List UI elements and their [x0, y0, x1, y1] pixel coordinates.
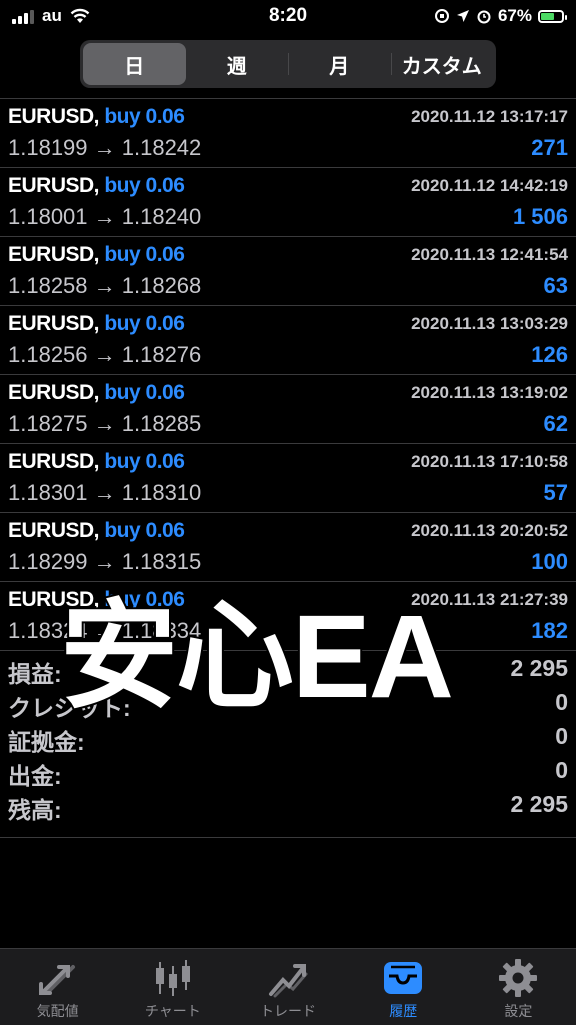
tab-label: 気配値 — [36, 1003, 79, 1019]
trade-symbol: EURUSD, — [8, 174, 100, 197]
trade-side: buy 0.06 — [104, 519, 185, 542]
summary-value: 2 295 — [510, 791, 568, 817]
trade-symbol: EURUSD, — [8, 243, 100, 266]
tab-quotes[interactable]: 気配値 — [0, 949, 115, 1025]
trade-symbol: EURUSD, — [8, 105, 100, 128]
status-right: 67% — [434, 6, 567, 26]
trade-side: buy 0.06 — [104, 312, 185, 335]
status-bar: au 8:20 67% — [0, 0, 576, 34]
history-inbox-icon — [381, 957, 425, 999]
quotes-arrows-icon — [36, 957, 80, 999]
summary-label: 出金: — [8, 763, 62, 789]
trade-prices: 1.18199 → 1.18242 — [8, 135, 202, 160]
summary-value: 0 — [555, 689, 568, 715]
bottom-tab-bar: 気配値 チャート トレード 履歴 設定 — [0, 948, 576, 1025]
settings-gear-icon — [496, 957, 540, 999]
tab-custom[interactable]: カスタム — [390, 43, 494, 85]
tab-label: トレード — [260, 1003, 316, 1019]
trade-row[interactable]: EURUSD, buy 0.06 2020.11.13 13:03:29 1.1… — [0, 305, 576, 374]
trade-profit: 100 — [531, 549, 568, 574]
period-segmented-control: 日 週 月 カスタム — [80, 40, 496, 88]
trade-profit: 1 506 — [512, 204, 568, 229]
battery-percent: 67% — [497, 6, 532, 25]
trade-row[interactable]: EURUSD, buy 0.06 2020.11.12 13:17:17 1.1… — [0, 98, 576, 167]
trade-side: buy 0.06 — [104, 243, 185, 266]
trade-symbol: EURUSD, — [8, 312, 100, 335]
tab-settings[interactable]: 設定 — [461, 949, 576, 1025]
trade-symbol: EURUSD, — [8, 381, 100, 404]
tab-chart[interactable]: チャート — [115, 949, 230, 1025]
trade-side: buy 0.06 — [104, 105, 185, 128]
trade-prices: 1.18275 → 1.18285 — [8, 411, 202, 436]
trade-symbol: EURUSD, — [8, 519, 100, 542]
tab-history[interactable]: 履歴 — [346, 949, 461, 1025]
trade-time: 2020.11.13 13:03:29 — [411, 314, 568, 333]
battery-icon — [538, 9, 567, 23]
summary-row-balance: 残高: 2 295 — [0, 787, 576, 823]
tab-trade[interactable]: トレード — [230, 949, 345, 1025]
summary-value: 2 295 — [510, 655, 568, 681]
trade-time: 2020.11.13 12:41:54 — [411, 245, 568, 264]
trade-side: buy 0.06 — [104, 450, 185, 473]
trade-profit: 182 — [531, 618, 568, 643]
summary-value: 0 — [555, 757, 568, 783]
watermark-text: 安心EA — [58, 589, 456, 725]
summary-label: 損益: — [8, 661, 62, 687]
location-icon — [456, 10, 469, 22]
trade-symbol: EURUSD, — [8, 450, 100, 473]
trade-time: 2020.11.13 20:20:52 — [411, 521, 568, 540]
trade-prices: 1.18258 → 1.18268 — [8, 273, 202, 298]
trade-profit: 62 — [543, 411, 568, 436]
trade-side: buy 0.06 — [104, 381, 185, 404]
trade-row[interactable]: EURUSD, buy 0.06 2020.11.13 13:19:02 1.1… — [0, 374, 576, 443]
tab-week[interactable]: 週 — [186, 43, 289, 85]
alarm-icon — [477, 10, 491, 24]
trade-profit: 57 — [543, 480, 568, 505]
trade-profit: 63 — [543, 273, 568, 298]
summary-label: 残高: — [8, 797, 62, 823]
tab-day[interactable]: 日 — [83, 43, 186, 85]
summary-value: 0 — [555, 723, 568, 749]
trade-time: 2020.11.13 13:19:02 — [411, 383, 568, 402]
tab-label: チャート — [144, 1003, 201, 1019]
trade-side: buy 0.06 — [104, 174, 185, 197]
tab-label: 設定 — [504, 1003, 533, 1019]
trade-profit: 271 — [531, 135, 568, 160]
trade-trend-icon — [266, 957, 310, 999]
trade-prices: 1.18001 → 1.18240 — [8, 204, 202, 229]
candlestick-chart-icon — [151, 957, 195, 999]
trade-row[interactable]: EURUSD, buy 0.06 2020.11.13 17:10:58 1.1… — [0, 443, 576, 512]
trade-row[interactable]: EURUSD, buy 0.06 2020.11.13 12:41:54 1.1… — [0, 236, 576, 305]
trade-time: 2020.11.12 14:42:19 — [411, 176, 568, 195]
tab-month[interactable]: 月 — [288, 43, 391, 85]
trade-prices: 1.18301 → 1.18310 — [8, 480, 202, 505]
trade-row[interactable]: EURUSD, buy 0.06 2020.11.12 14:42:19 1.1… — [0, 167, 576, 236]
tab-label: 履歴 — [389, 1003, 418, 1019]
trade-time: 2020.11.12 13:17:17 — [411, 107, 568, 126]
trade-prices: 1.18256 → 1.18276 — [8, 342, 202, 367]
trade-time: 2020.11.13 17:10:58 — [411, 452, 568, 471]
summary-row-withdrawal: 出金: 0 — [0, 753, 576, 789]
rotation-lock-icon — [434, 9, 449, 23]
trade-profit: 126 — [531, 342, 568, 367]
